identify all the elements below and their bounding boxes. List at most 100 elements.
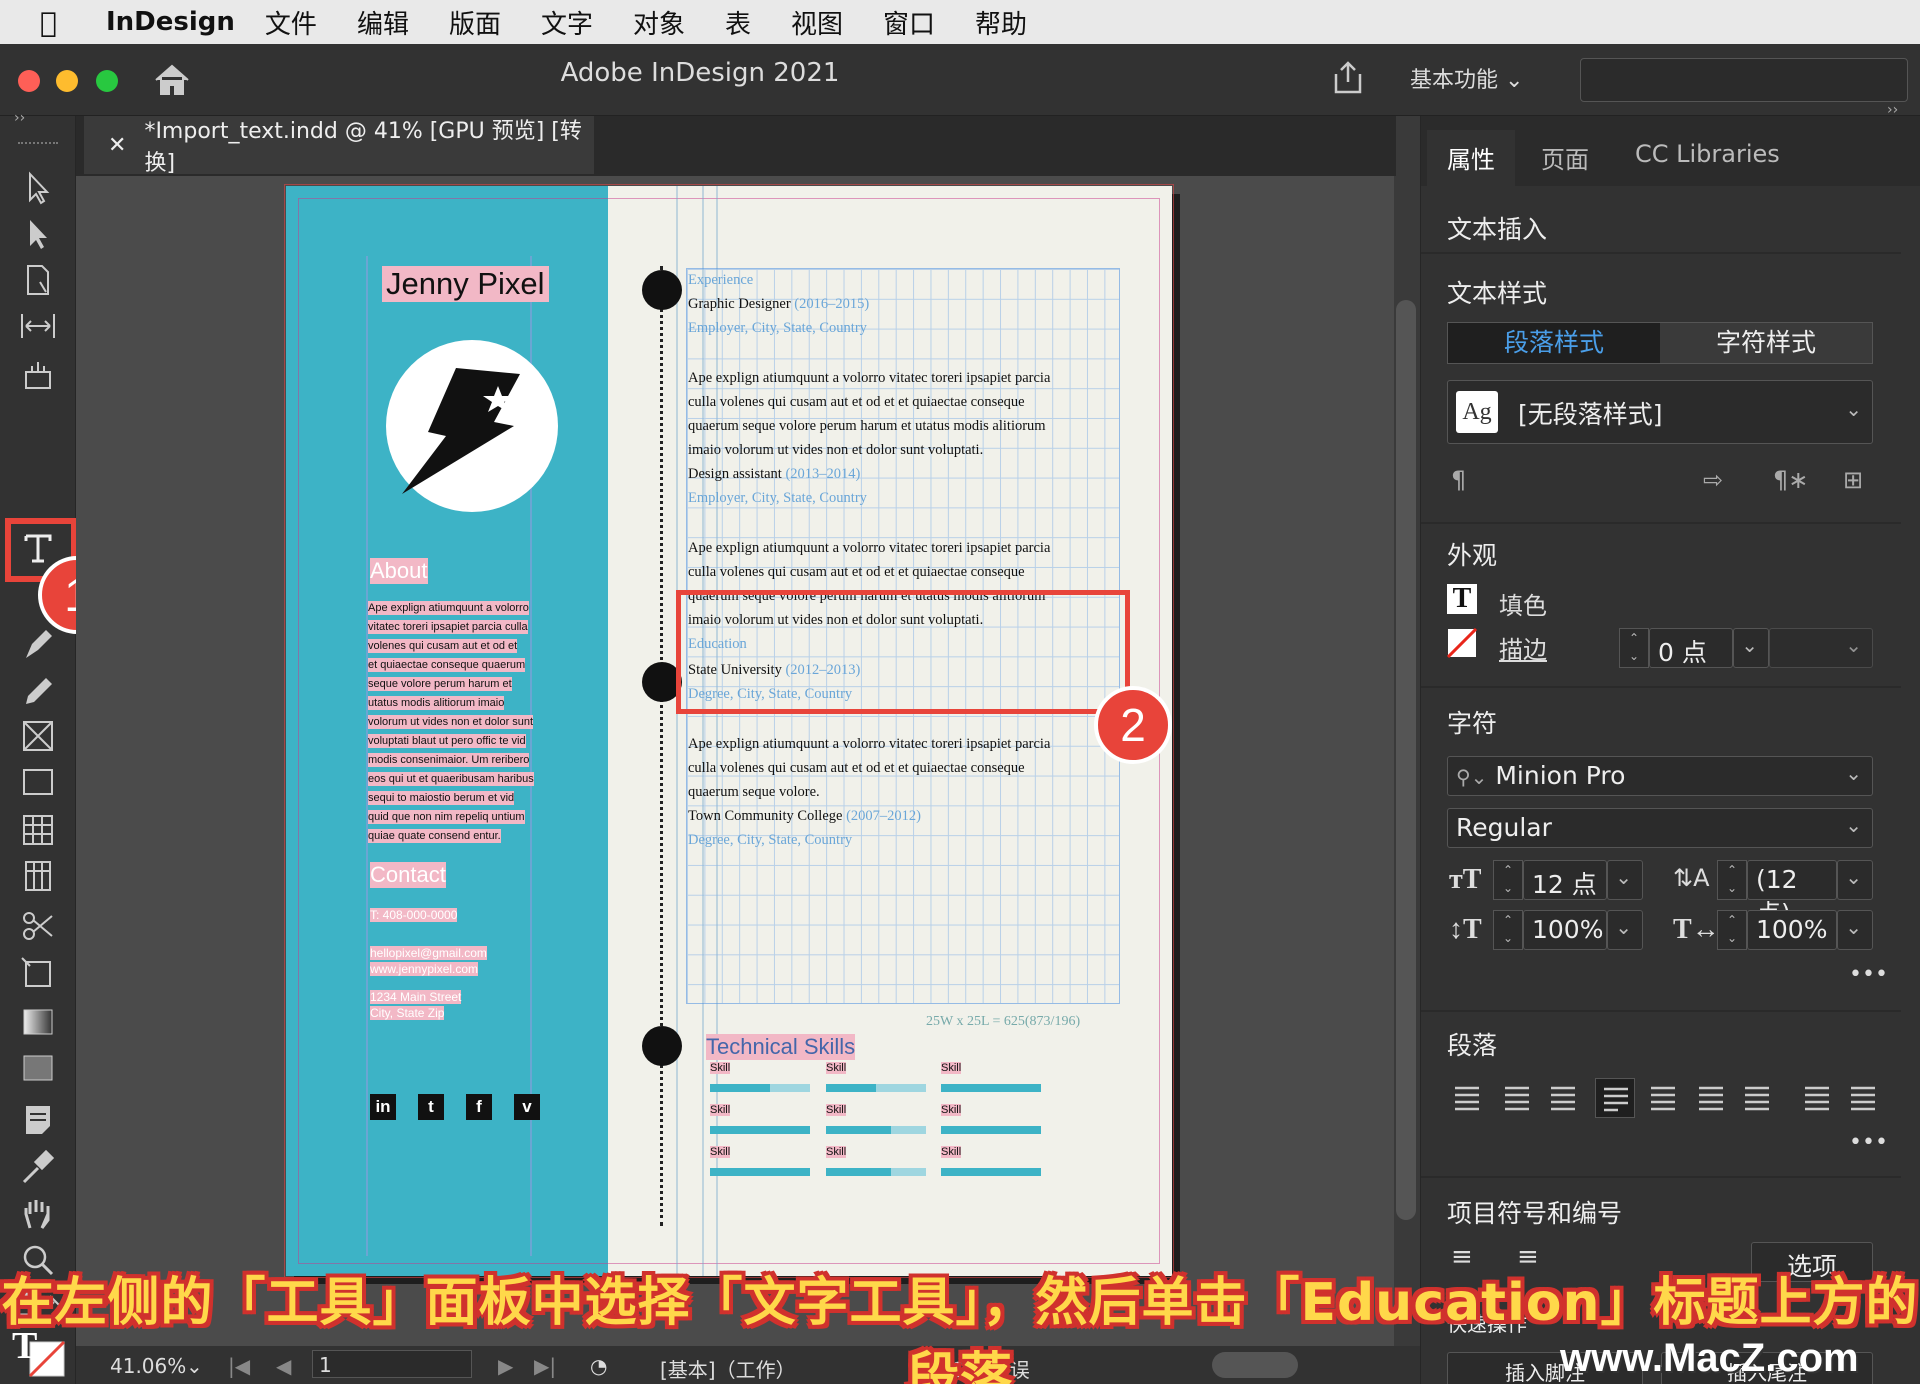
justify-all-icon[interactable] [1737,1078,1777,1118]
skill-label[interactable]: Skill [941,1062,962,1074]
justify-left-icon[interactable] [1595,1078,1635,1118]
vertical-scale-stepper[interactable]: ⌃ ⌄ [1493,910,1523,950]
eyedropper-icon[interactable] [18,1150,58,1186]
document-tab[interactable]: ✕ *Import_text.indd @ 41% [GPU 预览] [转换] [84,116,594,176]
type-tool-icon[interactable] [18,530,58,566]
skill-label[interactable]: Skill [941,1146,962,1158]
rectangle-icon[interactable] [18,764,58,800]
about-heading[interactable]: About [370,558,428,584]
font-family-dropdown[interactable]: ⚲⌄ Minion Pro ⌄ [1447,756,1873,796]
collapse-icon[interactable]: ›› [14,110,25,126]
selection-icon[interactable] [18,170,58,206]
tab-pages[interactable]: 页面 [1541,140,1589,175]
justify-center-icon[interactable] [1643,1078,1683,1118]
contact-phone[interactable]: T: 408-000-0000 [370,908,458,922]
collapse-panel-icon[interactable]: ›› [1887,102,1898,118]
free-transform-icon[interactable] [18,956,58,992]
vimeo-icon[interactable]: v [514,1094,540,1120]
menu-window[interactable]: 窗口 [883,4,935,41]
linkedin-icon[interactable]: in [370,1094,396,1120]
tab-properties[interactable]: 属性 [1447,140,1495,175]
skill-label[interactable]: Skill [826,1062,847,1074]
contact-address-1[interactable]: 1234 Main Street [370,990,462,1004]
menu-type[interactable]: 文字 [541,4,593,41]
stroke-swatch-icon[interactable] [1447,628,1477,658]
new-style-icon[interactable]: ⊞ [1843,466,1863,494]
vertical-scale-dropdown[interactable]: ⌄ [1607,910,1643,950]
gradient-feather-icon[interactable] [18,1050,58,1086]
school-2[interactable]: Town Community College (2007–2012) [688,808,1120,825]
menu-object[interactable]: 对象 [633,4,685,41]
direct-selection-icon[interactable] [18,216,58,252]
clear-overrides-icon[interactable]: ¶∗ [1773,466,1808,494]
grip-icon[interactable] [18,142,58,146]
justify-right-icon[interactable] [1691,1078,1731,1118]
stroke-type-dropdown[interactable]: ⌄ [1769,628,1873,668]
rect-frame-icon[interactable] [18,718,58,754]
vertical-scale-field[interactable]: 100% [1523,910,1607,950]
para-line[interactable]: culla volenes qui cusam aut et od et et … [688,760,1120,777]
skill-label[interactable]: Skill [710,1146,731,1158]
contact-heading[interactable]: Contact [370,862,446,888]
align-center-icon[interactable] [1497,1078,1537,1118]
paragraph-style-button[interactable]: 段落样式 [1448,323,1660,363]
skill-label[interactable]: Skill [941,1104,962,1116]
pilcrow-icon[interactable]: ¶ [1451,466,1466,494]
load-styles-icon[interactable]: ⇨ [1703,466,1723,494]
leading-field[interactable]: (12 点) [1747,860,1837,928]
font-size-stepper[interactable]: ⌃ ⌄ [1493,860,1523,900]
document-canvas[interactable]: Jenny Pixel About Ape explign atiumquunt… [76,176,1396,1346]
align-left-icon[interactable] [1447,1078,1487,1118]
employer-2[interactable]: Employer, City, State, Country [688,490,1120,507]
pen-tool-icon[interactable] [18,626,58,662]
font-size-dropdown[interactable]: ⌄ [1607,860,1643,900]
para-line[interactable]: Ape explign atiumquunt a volorro vitatec… [688,736,1120,753]
skill-label[interactable]: Skill [710,1104,731,1116]
paragraph-style-dropdown[interactable]: Ag [无段落样式] ⌄ [1447,380,1873,444]
leading-stepper[interactable]: ⌃ ⌄ [1717,860,1747,900]
degree-2[interactable]: Degree, City, State, Country [688,832,1120,849]
scroll-thumb[interactable] [1396,300,1416,1220]
skills-heading[interactable]: Technical Skills [706,1034,856,1060]
close-tab-icon[interactable]: ✕ [108,133,126,158]
twitter-icon[interactable]: t [418,1094,444,1120]
menu-table[interactable]: 表 [725,4,751,41]
content-collector-icon[interactable] [18,356,58,392]
skill-label[interactable]: Skill [710,1062,731,1074]
hand-icon[interactable] [18,1196,58,1232]
tab-cc-libraries[interactable]: CC Libraries [1635,140,1780,168]
stroke-label[interactable]: 描边 [1499,630,1547,665]
para-line[interactable]: Ape explign atiumquunt a volorro vitatec… [688,370,1120,387]
resume-page[interactable]: Jenny Pixel About Ape explign atiumquunt… [284,184,1174,1278]
align-away-spine-icon[interactable] [1843,1078,1883,1118]
menu-layout[interactable]: 版面 [449,4,501,41]
horizontal-scale-stepper[interactable]: ⌃ ⌄ [1717,910,1747,950]
contact-email[interactable]: hellopixel@gmail.com [370,946,487,960]
search-input[interactable] [1580,58,1908,102]
more-options-icon[interactable]: ••• [1849,1130,1888,1155]
page-tool-icon[interactable] [18,262,58,298]
fill-swatch-icon[interactable]: T [1447,584,1477,614]
target-para-line[interactable]: Ape explign atiumquunt a volorro vitatec… [688,540,1120,557]
note-icon[interactable] [18,1102,58,1138]
more-options-icon[interactable]: ••• [1849,962,1888,987]
contact-address-2[interactable]: City, State Zip [370,1006,445,1020]
skill-label[interactable]: Skill [826,1146,847,1158]
align-towards-spine-icon[interactable] [1797,1078,1837,1118]
share-icon[interactable] [1330,60,1366,96]
stroke-weight-field[interactable]: 0 点 [1649,628,1733,668]
menu-edit[interactable]: 编辑 [357,4,409,41]
stroke-stepper[interactable]: ⌃ ⌄ [1619,628,1649,668]
para-line[interactable]: imaio volorum ut vides non et dolor sunt… [688,442,1120,459]
job-2[interactable]: Design assistant (2013–2014) [688,466,1120,483]
menu-help[interactable]: 帮助 [975,4,1027,41]
job-1[interactable]: Graphic Designer (2016–2015) [688,296,1120,313]
employer-1[interactable]: Employer, City, State, Country [688,320,1120,337]
horizontal-scale-field[interactable]: 100% [1747,910,1837,950]
experience-heading[interactable]: Experience [688,272,1120,289]
about-text[interactable]: Ape explign atiumquunt a volorro vitatec … [368,596,548,843]
avatar[interactable] [382,336,562,516]
target-para-line[interactable]: culla volenes qui cusam aut et od et et … [688,564,1120,581]
menu-file[interactable]: 文件 [265,4,317,41]
table-icon[interactable] [18,812,58,848]
